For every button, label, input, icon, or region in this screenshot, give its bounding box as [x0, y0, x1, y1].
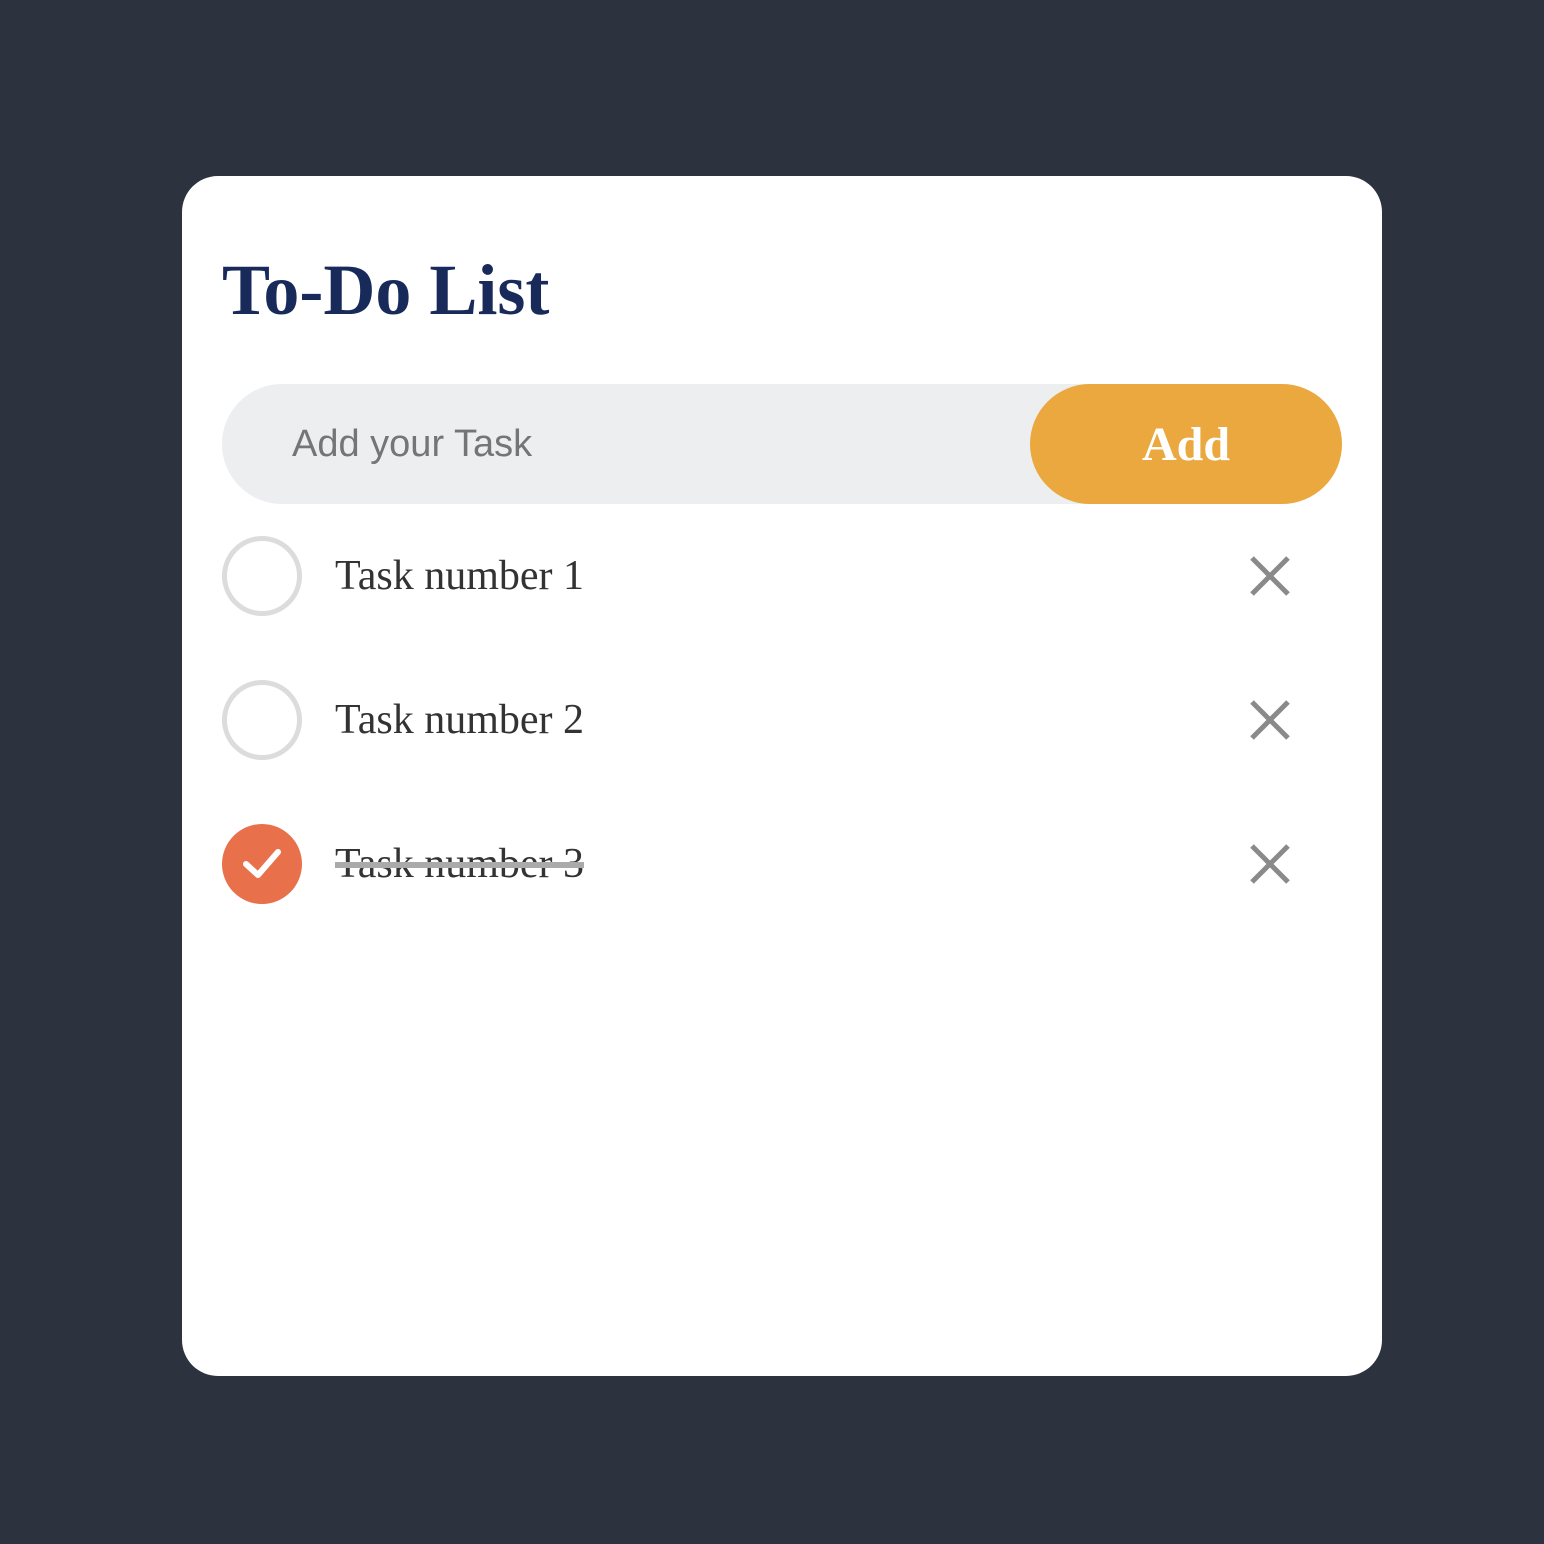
task-input-row: Add — [222, 384, 1342, 504]
task-label[interactable]: Task number 1 — [335, 546, 584, 606]
task-list: Task number 1 Task number 2 Task number … — [222, 536, 1342, 968]
task-label[interactable]: Task number 2 — [335, 690, 584, 750]
todo-card: To-Do List Add Task number 1 Task number… — [182, 176, 1382, 1376]
task-item: Task number 3 — [222, 824, 1342, 968]
task-item: Task number 2 — [222, 680, 1342, 824]
close-icon[interactable] — [1242, 548, 1298, 604]
page-title: To-Do List — [222, 250, 550, 330]
add-button[interactable]: Add — [1030, 384, 1342, 504]
task-checkbox[interactable] — [222, 536, 302, 616]
task-checkbox[interactable] — [222, 680, 302, 760]
task-checkbox-checked[interactable] — [222, 824, 302, 904]
close-icon[interactable] — [1242, 692, 1298, 748]
task-item: Task number 1 — [222, 536, 1342, 680]
checkmark-icon — [243, 849, 281, 878]
close-icon[interactable] — [1242, 836, 1298, 892]
task-input[interactable] — [222, 384, 1042, 504]
task-label-completed[interactable]: Task number 3 — [335, 834, 584, 894]
